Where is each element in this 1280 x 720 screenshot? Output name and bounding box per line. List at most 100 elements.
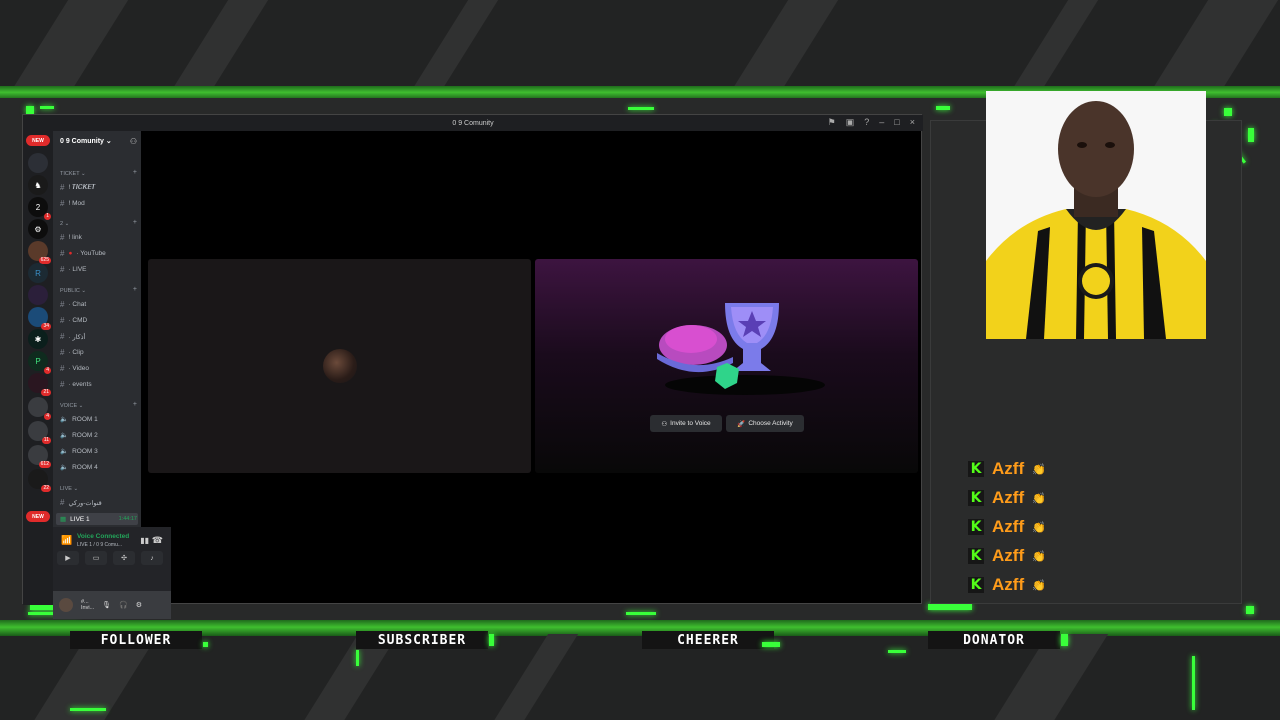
neon-accent [40,106,54,109]
minimize-icon[interactable]: – [879,117,884,128]
maximize-icon[interactable]: □ [894,117,899,128]
monitor-icon[interactable]: ▣ [846,117,855,128]
server-icon[interactable]: 625 [28,241,51,264]
donator-label: DONATOR [928,631,1060,649]
avatar[interactable] [59,598,73,612]
unread-badge: 22 [41,485,51,492]
mic-icon[interactable]: 🎙 [102,601,111,609]
server-icon[interactable]: 22 [28,469,51,492]
hash-icon: # [60,265,65,274]
category-ticket[interactable]: TICKET ⌄ [60,171,86,177]
alert-name: Azff [992,459,1025,478]
add-channel-icon[interactable]: + [133,169,137,176]
server-icon[interactable]: P4 [28,351,51,374]
category-public[interactable]: Public ⌄ [60,288,86,294]
server-icon[interactable]: R [28,263,48,283]
channel-clip[interactable]: # · Clip [60,348,84,357]
player-photo [986,91,1206,339]
server-icon[interactable]: ♞ [28,175,48,195]
choose-activity-button[interactable]: 🚀 Choose Activity [726,415,804,432]
user-status: Invi... [81,605,95,611]
add-channel-icon[interactable]: + [133,401,137,408]
unread-badge: 4 [44,413,51,420]
hash-icon: # [60,300,65,309]
server-folder[interactable]: 4 [28,397,51,420]
close-icon[interactable]: × [910,117,915,128]
headphones-icon[interactable]: 🎧 [119,601,128,609]
signal-icon: 📶 [61,535,73,545]
add-user-icon: ⚇ [661,420,668,428]
neon-accent [203,642,208,647]
camera-button[interactable]: ▶ [57,551,79,565]
disconnect-icon[interactable]: ☎ [152,535,163,546]
voice-room-4[interactable]: 🔈 ROOM 4 [60,463,98,472]
soundboard-button[interactable]: ♪ [141,551,163,565]
category-voice[interactable]: VOICE ⌄ [60,403,83,409]
alert-name: Azff [992,517,1025,536]
channel-events[interactable]: # · events [60,380,92,389]
hash-icon: # [60,249,65,258]
gear-icon[interactable]: ⚙ [136,601,142,609]
channel-ticket[interactable]: #! 𝑻𝑰𝑪𝑲𝑬𝑻 [60,183,96,192]
server-icon[interactable]: 34 [28,307,51,330]
add-member-icon[interactable]: ⚇ [130,137,137,146]
voice-room-2[interactable]: 🔈 ROOM 2 [60,431,98,440]
invite-to-voice-button[interactable]: ⚇ Invite to Voice [650,415,722,432]
cheerer-label: CHEERER [642,631,774,649]
voice-room-3[interactable]: 🔈 ROOM 3 [60,447,98,456]
hash-icon: # [60,316,65,325]
neon-accent [888,650,906,653]
alert-row: K Azff 👏 [968,546,1046,566]
server-folder[interactable]: 11 [28,421,51,444]
kick-icon: K [968,461,984,477]
channel-adkar[interactable]: # · أذكار [60,332,85,341]
add-channel-icon[interactable]: + [133,219,137,226]
channel-live[interactable]: # · LIVE [60,265,87,274]
alert-row: K Azff 👏 [968,488,1046,508]
voice-room-1[interactable]: 🔈 ROOM 1 [60,415,98,424]
neon-accent [936,106,950,110]
channel-chat[interactable]: # · Chat [60,300,86,309]
follower-label: FOLLOWER [70,631,202,649]
avatar[interactable] [323,349,357,383]
screenshare-button[interactable]: ▭ [85,551,107,565]
channel-live1[interactable]: ▦ LIVE 1 [60,515,90,524]
channel-cmd[interactable]: # · CMD [60,316,87,325]
server-name[interactable]: 0 9 Comunity ⌄ [60,137,112,145]
window-title: 0 9 Comunity [452,119,494,127]
kick-icon: K [968,519,984,535]
new-badge: NEW [26,511,50,522]
neon-accent [1246,606,1254,614]
channel-mod[interactable]: #! Mod [60,199,85,208]
server-icon[interactable]: ✱ [28,329,48,349]
category-2[interactable]: 2 ⌄ [60,221,69,227]
activities-button[interactable]: ✣ [113,551,135,565]
server-icon[interactable]: 21 [28,373,51,396]
channel-video[interactable]: # · Video [60,364,89,373]
server-folder[interactable]: 612 [28,445,51,468]
channel-link[interactable]: #! link [60,233,82,242]
server-icon[interactable] [28,285,48,305]
add-channel-icon[interactable]: + [133,286,137,293]
voice-location[interactable]: LIVE 1 / 0 9 Comu... [77,542,122,548]
channel-live-ar[interactable]: # قنوات-وركي [60,498,102,507]
unread-badge: 1 [44,213,51,220]
webcam-photo [986,91,1206,339]
inbox-icon[interactable]: ⚑ [828,117,836,128]
category-live[interactable]: Live ⌄ [60,486,78,492]
camera-icon: ▶ [65,555,71,562]
voice-status[interactable]: Voice Connected [77,533,129,540]
clap-icon: 👏 [1032,579,1046,592]
server-icon[interactable]: ⚙ [28,219,48,239]
server-list: NEW ♞ 21 ⚙ 625 R 34 ✱ P4 21 4 11 612 22 … [23,131,53,605]
alert-row: K Azff 👏 [968,517,1046,537]
user-panel: #... Invi... 🎙 🎧 ⚙ [53,591,171,619]
channel-youtube[interactable]: # ● · YouTube [60,249,106,258]
kick-icon: K [968,577,984,593]
server-icon[interactable] [28,153,48,173]
clap-icon: 👏 [1032,521,1046,534]
noise-suppression-icon[interactable]: ▮▮ [140,536,149,545]
server-icon[interactable]: 21 [28,197,51,220]
new-badge: NEW [26,135,50,146]
help-icon[interactable]: ? [864,117,869,128]
